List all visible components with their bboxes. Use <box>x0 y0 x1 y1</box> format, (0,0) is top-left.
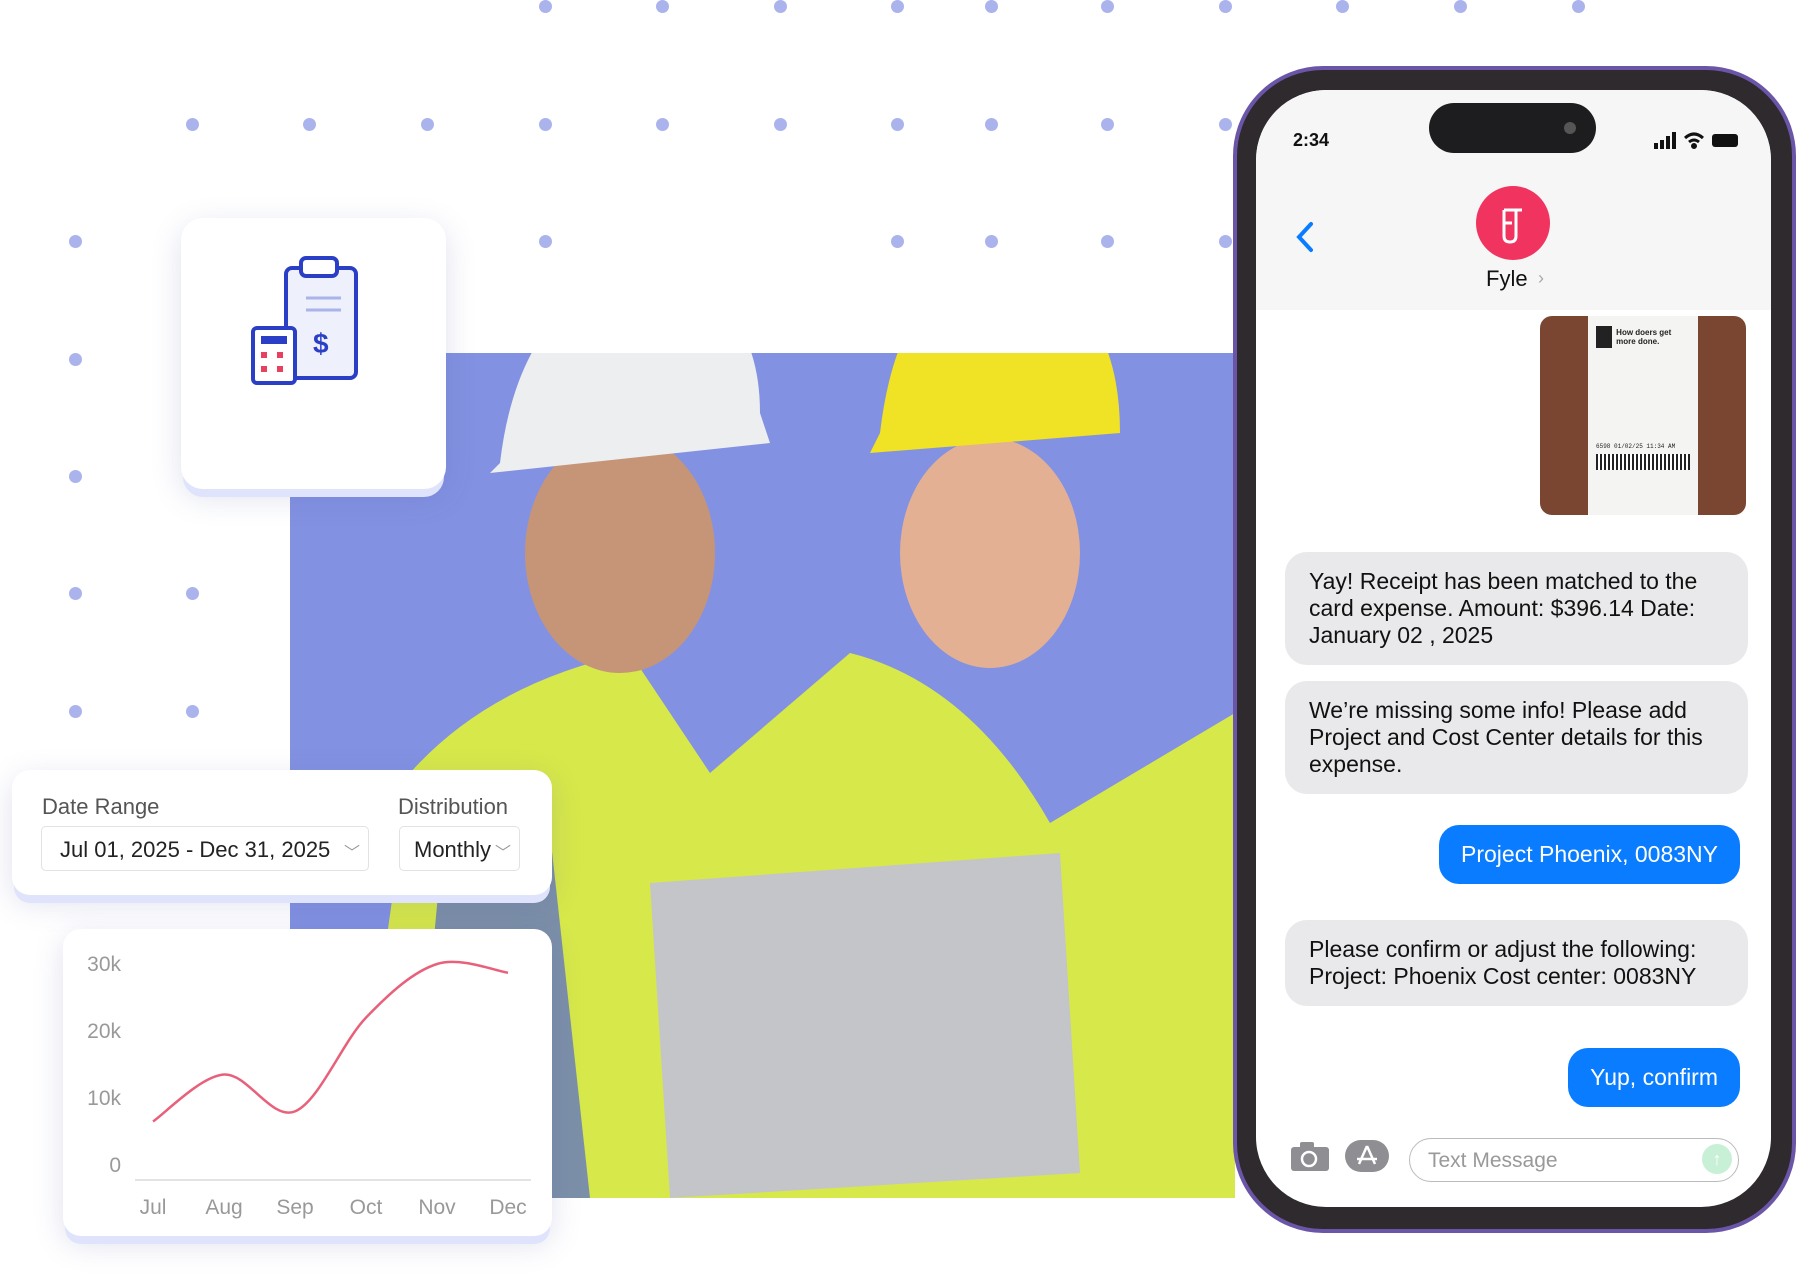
dot <box>69 705 82 718</box>
message-input[interactable]: Text Message ↑ <box>1409 1138 1739 1182</box>
camera-icon[interactable] <box>1290 1140 1330 1172</box>
dot <box>985 0 998 13</box>
dot <box>1219 235 1232 248</box>
barcode <box>1596 454 1690 470</box>
dot <box>1454 0 1467 13</box>
dot <box>1101 0 1114 13</box>
dot <box>186 587 199 600</box>
app-store-icon[interactable] <box>1345 1138 1393 1174</box>
dot <box>539 0 552 13</box>
dot <box>539 235 552 248</box>
distribution-select[interactable]: Monthly ﹀ <box>399 826 520 871</box>
series-line <box>152 960 509 1123</box>
wifi-icon <box>1684 132 1704 149</box>
message-placeholder: Text Message <box>1428 1149 1558 1172</box>
expense-icon-card: $ <box>181 218 446 489</box>
message-bot: Yay! Receipt has been matched to the car… <box>1285 552 1748 665</box>
dot <box>891 0 904 13</box>
x-tick-label: Aug <box>205 1196 242 1219</box>
receipt-line: 6598 01/02/25 11:34 AM <box>1596 443 1676 450</box>
y-tick-label: 10k <box>87 1087 121 1110</box>
message-user: Yup, confirm <box>1568 1048 1740 1107</box>
status-icons <box>1654 132 1738 149</box>
dot <box>421 118 434 131</box>
clipboard-calculator-icon: $ <box>251 256 358 385</box>
dot <box>774 0 787 13</box>
dot <box>656 118 669 131</box>
dot <box>656 0 669 13</box>
dot <box>774 118 787 131</box>
dot <box>1219 0 1232 13</box>
dot <box>985 235 998 248</box>
fyle-logo-icon <box>1502 208 1522 244</box>
y-tick-label: 20k <box>87 1020 121 1043</box>
messages-screen: 2:34 Fyle › How doers get more done. 659… <box>1256 90 1771 1207</box>
filter-card: Date Range Distribution Jul 01, 2025 - D… <box>12 770 552 895</box>
chevron-down-icon: ﹀ <box>494 845 511 862</box>
message-bot: Please confirm or adjust the following: … <box>1285 920 1748 1006</box>
date-range-select[interactable]: Jul 01, 2025 - Dec 31, 2025 ﹀ <box>41 826 369 871</box>
message-bot: We’re missing some info! Please add Proj… <box>1285 681 1748 794</box>
x-tick-label: Dec <box>489 1196 526 1219</box>
back-chevron-icon[interactable] <box>1293 220 1317 254</box>
svg-text:$: $ <box>313 328 329 359</box>
x-tick-label: Sep <box>276 1196 313 1219</box>
dot <box>186 118 199 131</box>
dynamic-island <box>1429 103 1596 153</box>
x-tick-label: Oct <box>350 1196 383 1219</box>
dot <box>985 118 998 131</box>
chevron-right-icon: › <box>1538 268 1544 288</box>
contact-name[interactable]: Fyle <box>1486 266 1528 292</box>
dot <box>303 118 316 131</box>
receipt-tagline: How doers get more done. <box>1616 328 1672 346</box>
date-range-label: Date Range <box>42 794 160 819</box>
dot <box>69 235 82 248</box>
receipt-image[interactable]: How doers get more done. 6598 01/02/25 1… <box>1540 316 1746 515</box>
date-range-value: Jul 01, 2025 - Dec 31, 2025 <box>60 837 331 862</box>
dot <box>891 118 904 131</box>
dot <box>539 118 552 131</box>
distribution-label: Distribution <box>398 794 509 819</box>
status-time: 2:34 <box>1293 130 1330 150</box>
dot <box>186 705 199 718</box>
dot <box>1336 0 1349 13</box>
y-tick-label: 0 <box>109 1154 121 1177</box>
dot <box>1101 235 1114 248</box>
dot <box>1572 0 1585 13</box>
send-arrow-icon[interactable]: ↑ <box>1702 1144 1732 1174</box>
dot <box>69 587 82 600</box>
signal-icon <box>1654 132 1676 149</box>
dot <box>69 353 82 366</box>
chevron-down-icon: ﹀ <box>343 845 360 862</box>
dot <box>1101 118 1114 131</box>
dot <box>1219 118 1232 131</box>
dot <box>891 235 904 248</box>
distribution-value: Monthly <box>414 837 492 862</box>
line-chart: 0 10k 20k 30k Jul Aug Sep Oct Nov Dec <box>87 953 531 1219</box>
contact-avatar[interactable] <box>1476 186 1550 260</box>
message-user: Project Phoenix, 0083NY <box>1439 825 1740 884</box>
battery-icon <box>1712 134 1738 147</box>
x-tick-label: Nov <box>418 1196 456 1219</box>
y-tick-label: 30k <box>87 953 121 976</box>
x-tick-label: Jul <box>140 1196 167 1219</box>
dot <box>69 470 82 483</box>
line-chart-card: 0 10k 20k 30k Jul Aug Sep Oct Nov Dec <box>63 929 552 1236</box>
